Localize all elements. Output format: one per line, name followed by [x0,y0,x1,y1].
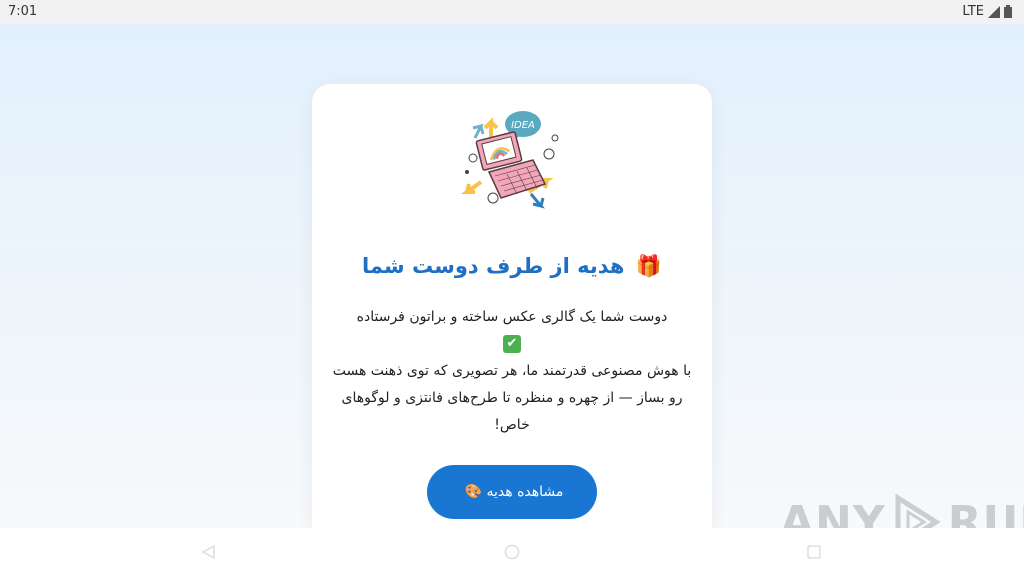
status-bar: 7:01 LTE [0,0,1024,24]
network-type: LTE [962,4,984,19]
gift-title: 🎁 هدیه از طرف دوست شما [312,254,712,279]
gift-title-text: هدیه از طرف دوست شما [362,254,625,278]
idea-laptop-illustration: IDEA [460,111,559,209]
page: IDEA 🎁 هدیه از طرف دوست شما دوست شما یک … [0,24,1024,528]
watermark-left: ANY [780,496,886,529]
gift-card: IDEA 🎁 هدیه از طرف دوست شما دوست شما یک … [312,84,712,528]
desc-line1: دوست شما یک گالری عکس ساخته و براتون فرس… [356,309,668,325]
status-indicators: LTE [962,4,1012,19]
status-time: 7:01 [8,4,38,19]
gift-icon: 🎁 [635,254,662,278]
anyrun-watermark: ANY RUN [780,494,1024,528]
back-icon[interactable] [200,544,216,560]
battery-icon [1004,5,1012,18]
check-mark-icon: ✔ [503,335,521,353]
desc-line2: با هوش مصنوعی قدرتمند ما، هر تصویری که ت… [332,363,692,433]
watermark-play-icon [895,494,941,528]
view-gift-label: مشاهده هدیه [486,484,564,500]
recents-icon[interactable] [806,544,822,560]
signal-icon [988,5,1000,18]
watermark-right: RUN [947,496,1024,529]
idea-bubble-text: IDEA [511,120,535,131]
navigation-bar [0,528,1024,576]
palette-icon: 🎨 [464,484,483,500]
view-gift-button[interactable]: مشاهده هدیه 🎨 [427,465,597,519]
gift-description: دوست شما یک گالری عکس ساخته و براتون فرس… [332,304,692,439]
home-icon[interactable] [504,544,520,560]
